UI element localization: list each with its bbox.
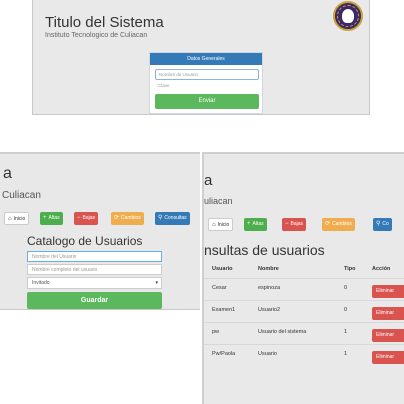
table-header: Usuario Nombre Tipo Acción bbox=[204, 266, 404, 276]
page-subtitle: Instituto Tecnologico de Culiacan bbox=[45, 32, 148, 39]
nav-bajas-button[interactable]: − Bajas bbox=[282, 218, 307, 231]
refresh-icon: ⟳ bbox=[114, 215, 120, 221]
nav-altas-label: Altas bbox=[252, 221, 264, 227]
table-row: pw Usuario del sistema 1 Eliminar bbox=[204, 322, 404, 344]
login-panel-header: Datos Generales bbox=[150, 53, 262, 65]
page-subtitle-fragment: uliacan bbox=[204, 196, 233, 206]
login-panel: Datos Generales Nombre de Usuario Clave … bbox=[149, 52, 263, 114]
minus-icon: − bbox=[77, 215, 81, 221]
user-type-value: Invitado bbox=[32, 280, 50, 286]
query-heading: nsultas de usuarios bbox=[204, 242, 325, 258]
cell-tipo: 1 bbox=[344, 329, 348, 335]
home-icon: ⌂ bbox=[212, 222, 216, 228]
search-icon: ⚲ bbox=[376, 221, 381, 227]
page-title-fragment: a bbox=[204, 172, 213, 189]
logo-emblem bbox=[342, 9, 354, 23]
nav-altas-button[interactable]: + Altas bbox=[40, 212, 63, 225]
search-icon: ⚲ bbox=[158, 215, 163, 221]
plus-icon: + bbox=[43, 215, 47, 221]
cell-tipo: 0 bbox=[344, 307, 348, 313]
table-row: Examen1 Usuario2 0 Eliminar bbox=[204, 300, 404, 322]
column-header: Usuario bbox=[212, 266, 233, 272]
nav-cambios-label: Cambios bbox=[121, 215, 141, 221]
nav-cambios-button[interactable]: ⟳ Cambios bbox=[322, 218, 355, 231]
nav-consultas-label: Consultas bbox=[164, 215, 187, 221]
cell-tipo: 0 bbox=[344, 285, 348, 291]
nav-bajas-label: Bajas bbox=[82, 215, 96, 221]
minus-icon: − bbox=[285, 221, 289, 227]
page-title: Titulo del Sistema bbox=[45, 14, 164, 31]
table-row: Pw/Paola Usuario 1 Eliminar bbox=[204, 344, 404, 366]
refresh-icon: ⟳ bbox=[325, 221, 331, 227]
delete-button[interactable]: Eliminar bbox=[372, 351, 404, 364]
delete-button[interactable]: Eliminar bbox=[372, 329, 404, 342]
username-input[interactable]: Nombre del Usuario bbox=[27, 251, 162, 262]
cell-nombre: Usuario bbox=[258, 351, 277, 357]
table-row: Cesar espinoza 0 Eliminar bbox=[204, 278, 404, 300]
nav-altas-button[interactable]: + Altas bbox=[244, 218, 267, 231]
column-header: Nombre bbox=[258, 266, 279, 272]
submit-button[interactable]: Enviar bbox=[155, 94, 259, 109]
cell-usuario: Examen1 bbox=[212, 307, 236, 313]
delete-button[interactable]: Eliminar bbox=[372, 285, 404, 298]
caret-down-icon: ▾ bbox=[155, 280, 158, 286]
institute-logo bbox=[333, 1, 363, 31]
column-header: Acción bbox=[372, 266, 391, 272]
nav-inicio-button[interactable]: ⌂ Inicio bbox=[4, 212, 30, 225]
nav-consultas-label: Co bbox=[382, 221, 389, 227]
cell-usuario: Cesar bbox=[212, 285, 227, 291]
cell-nombre: Usuario del sistema bbox=[258, 329, 307, 335]
user-query-screen: a uliacan ⌂ Inicio + Altas − Bajas ⟳ Cambios… bbox=[202, 152, 404, 404]
nav-bajas-label: Bajas bbox=[290, 221, 304, 227]
nav-bajas-button[interactable]: − Bajas bbox=[74, 212, 99, 225]
nav-inicio-label: Inicio bbox=[217, 222, 230, 228]
cell-usuario: pw bbox=[212, 329, 220, 335]
user-catalog-screen: a Culiacan ⌂ Inicio + Altas − Bajas ⟳ Cambio… bbox=[0, 152, 200, 310]
cell-nombre: espinoza bbox=[258, 285, 281, 291]
page-subtitle-fragment: Culiacan bbox=[2, 190, 41, 201]
fullname-input[interactable]: Nombre completo del usuario bbox=[27, 264, 162, 275]
save-button[interactable]: Guardar bbox=[27, 292, 162, 309]
page-title-fragment: a bbox=[3, 165, 12, 182]
nav-consultas-button[interactable]: ⚲ Consultas bbox=[155, 212, 190, 225]
plus-icon: + bbox=[247, 221, 251, 227]
nav-inicio-button[interactable]: ⌂ Inicio bbox=[208, 218, 234, 231]
column-header: Tipo bbox=[344, 266, 356, 272]
login-screen: Titulo del Sistema Instituto Tecnologico… bbox=[32, 0, 370, 115]
home-icon: ⌂ bbox=[8, 216, 12, 222]
delete-button[interactable]: Eliminar bbox=[372, 307, 404, 320]
cell-nombre: Usuario2 bbox=[258, 307, 281, 313]
nav-consultas-button[interactable]: ⚲ Co bbox=[373, 218, 392, 231]
nav-cambios-label: Cambios bbox=[332, 221, 352, 227]
catalog-heading: Catalogo de Usuarios bbox=[27, 234, 143, 248]
cell-tipo: 1 bbox=[344, 351, 348, 357]
nav-inicio-label: Inicio bbox=[13, 216, 26, 222]
nav-cambios-button[interactable]: ⟳ Cambios bbox=[111, 212, 144, 225]
username-input[interactable]: Nombre de Usuario bbox=[155, 69, 259, 80]
password-input[interactable]: Clave bbox=[155, 81, 259, 92]
user-type-select[interactable]: Invitado ▾ bbox=[27, 277, 162, 289]
cell-usuario: Pw/Paola bbox=[212, 351, 236, 357]
nav-altas-label: Altas bbox=[48, 215, 60, 221]
